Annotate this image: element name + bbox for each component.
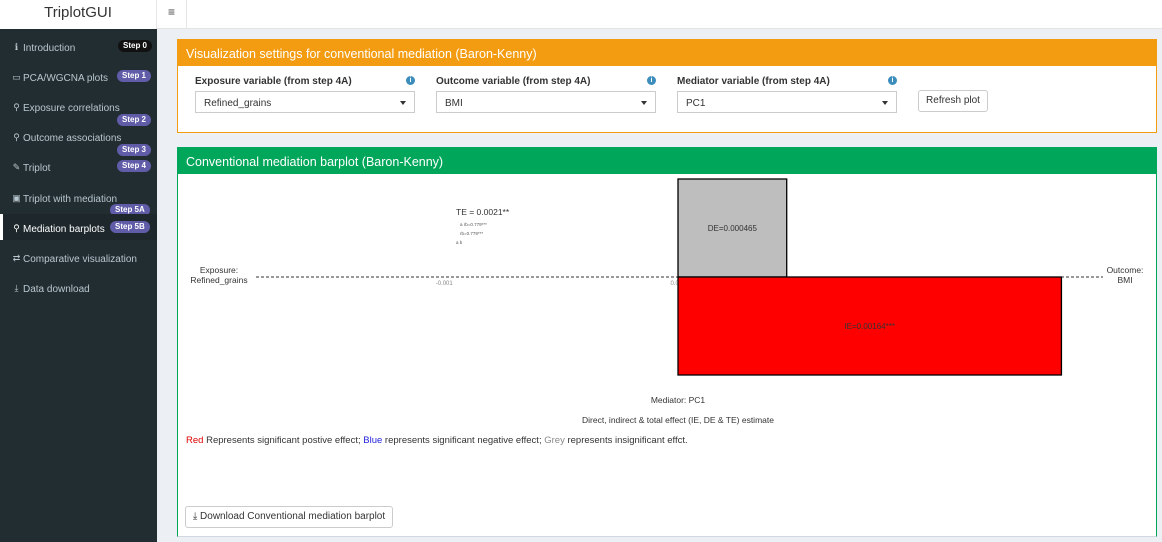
- sidebar-toggle-icon[interactable]: ≡: [157, 0, 187, 28]
- sidebar-item-label: PCA/WGCNA plots: [23, 73, 109, 84]
- barplot-box: Conventional mediation barplot (Baron-Ke…: [177, 147, 1157, 537]
- mediator-label: Mediator: PC1: [651, 395, 706, 405]
- color-legend: Red Represents significant postive effec…: [186, 435, 688, 446]
- exposure-axis-label: Exposure:: [200, 265, 238, 275]
- refresh-plot-button[interactable]: Refresh plot: [918, 90, 988, 112]
- sidebar-item-icon: ℹ: [14, 42, 19, 52]
- sidebar-item-icon: ▭: [12, 72, 21, 82]
- bar-label-ie: IE=0.00164***: [844, 322, 895, 331]
- download-button-label: Download Conventional mediation barplot: [200, 511, 386, 522]
- settings-box: Visualization settings for conventional …: [177, 39, 1157, 133]
- sidebar-item-label: Outcome associations: [23, 133, 122, 144]
- legend-grey: Grey: [544, 435, 565, 446]
- mediator-label: Mediator variable (from step 4A): [677, 76, 830, 87]
- exposure-label: Exposure variable (from step 4A): [195, 76, 352, 87]
- sidebar-item-icon: ✎: [12, 162, 21, 172]
- outcome-select-value: BMI: [445, 98, 463, 109]
- sidebar-item-icon: ⚲: [13, 102, 20, 112]
- sidebar-item-label: Mediation barplots: [23, 224, 105, 235]
- outcome-label: Outcome variable (from step 4A): [436, 76, 591, 87]
- download-barplot-button[interactable]: ⤓ Download Conventional mediation barplo…: [185, 506, 393, 528]
- top-navbar: ≡: [157, 0, 1162, 29]
- path-coefficient-annotation: rb=0.779***: [460, 231, 483, 236]
- path-coefficient-annotation: a b: [456, 240, 463, 245]
- step-badge: Step 5B: [110, 221, 150, 233]
- legend-grey-text: represents insignificant effct.: [564, 435, 688, 446]
- sidebar-item-icon: ⚲: [13, 223, 20, 233]
- info-icon[interactable]: i: [888, 76, 897, 85]
- sidebar-item-data-download[interactable]: ⤓ Data download: [0, 274, 157, 300]
- te-annotation: TE = 0.0021**: [456, 207, 510, 217]
- step-badge: Step 4: [117, 160, 152, 172]
- app-title: TriplotGUI: [0, 0, 157, 29]
- exposure-select-value: Refined_grains: [204, 98, 272, 109]
- mediator-select[interactable]: PC1: [677, 91, 897, 113]
- sidebar-item-label: Comparative visualization: [23, 254, 137, 265]
- sidebar-item-label: Data download: [23, 284, 90, 295]
- settings-box-title: Visualization settings for conventional …: [178, 40, 1156, 66]
- sidebar-item-label: Exposure correlations: [23, 103, 120, 114]
- chevron-down-icon: [882, 101, 888, 105]
- x-axis-title: Direct, indirect & total effect (IE, DE …: [582, 415, 774, 425]
- chevron-down-icon: [400, 101, 406, 105]
- step-badge: Step 0: [118, 40, 153, 52]
- sidebar: ℹ Introduction Step 0 ▭ PCA/WGCNA plots Step …: [0, 29, 157, 542]
- outcome-field: Outcome variable (from step 4A) i BMI: [436, 76, 656, 113]
- barplot-box-title: Conventional mediation barplot (Baron-Ke…: [178, 148, 1156, 174]
- exposure-field: Exposure variable (from step 4A) i Refin…: [195, 76, 415, 113]
- download-icon: ⤓: [192, 511, 198, 522]
- legend-blue: Blue: [363, 435, 383, 446]
- outcome-axis-label: Outcome:: [1107, 265, 1144, 275]
- sidebar-item-icon: ⇄: [12, 253, 21, 263]
- sidebar-item-comparative-visualization[interactable]: ⇄ Comparative visualization: [0, 244, 157, 270]
- info-icon[interactable]: i: [406, 76, 415, 85]
- sidebar-item-icon: ▣: [12, 193, 21, 203]
- exposure-axis-label-value: Refined_grains: [190, 275, 247, 285]
- info-icon[interactable]: i: [647, 76, 656, 85]
- chevron-down-icon: [641, 101, 647, 105]
- main-content: Visualization settings for conventional …: [157, 29, 1162, 542]
- legend-red: Red: [186, 435, 204, 446]
- legend-red-text: Represents significant postive effect;: [203, 435, 364, 446]
- exposure-select[interactable]: Refined_grains: [195, 91, 415, 113]
- mediator-field: Mediator variable (from step 4A) i PC1: [677, 76, 897, 113]
- sidebar-item-icon: ⚲: [13, 132, 20, 142]
- mediator-select-value: PC1: [686, 98, 706, 109]
- outcome-axis-label-value: BMI: [1117, 275, 1132, 285]
- sidebar-item-label: Triplot: [23, 163, 51, 174]
- sidebar-item-label: Triplot with mediation: [23, 194, 118, 205]
- step-badge: Step 1: [117, 70, 152, 82]
- mediation-barplot: -0.0010.0000.001DE=0.000465IE=0.00164***…: [190, 178, 1144, 425]
- x-tick-label: -0.001: [436, 281, 454, 287]
- sidebar-item-label: Introduction: [23, 43, 76, 54]
- outcome-select[interactable]: BMI: [436, 91, 656, 113]
- bar-label-de: DE=0.000465: [708, 224, 758, 233]
- legend-blue-text: represents significant negative effect;: [382, 435, 545, 446]
- sidebar-item-icon: ⤓: [14, 283, 19, 293]
- path-coefficient-annotation: a rb=0.779***: [460, 222, 487, 227]
